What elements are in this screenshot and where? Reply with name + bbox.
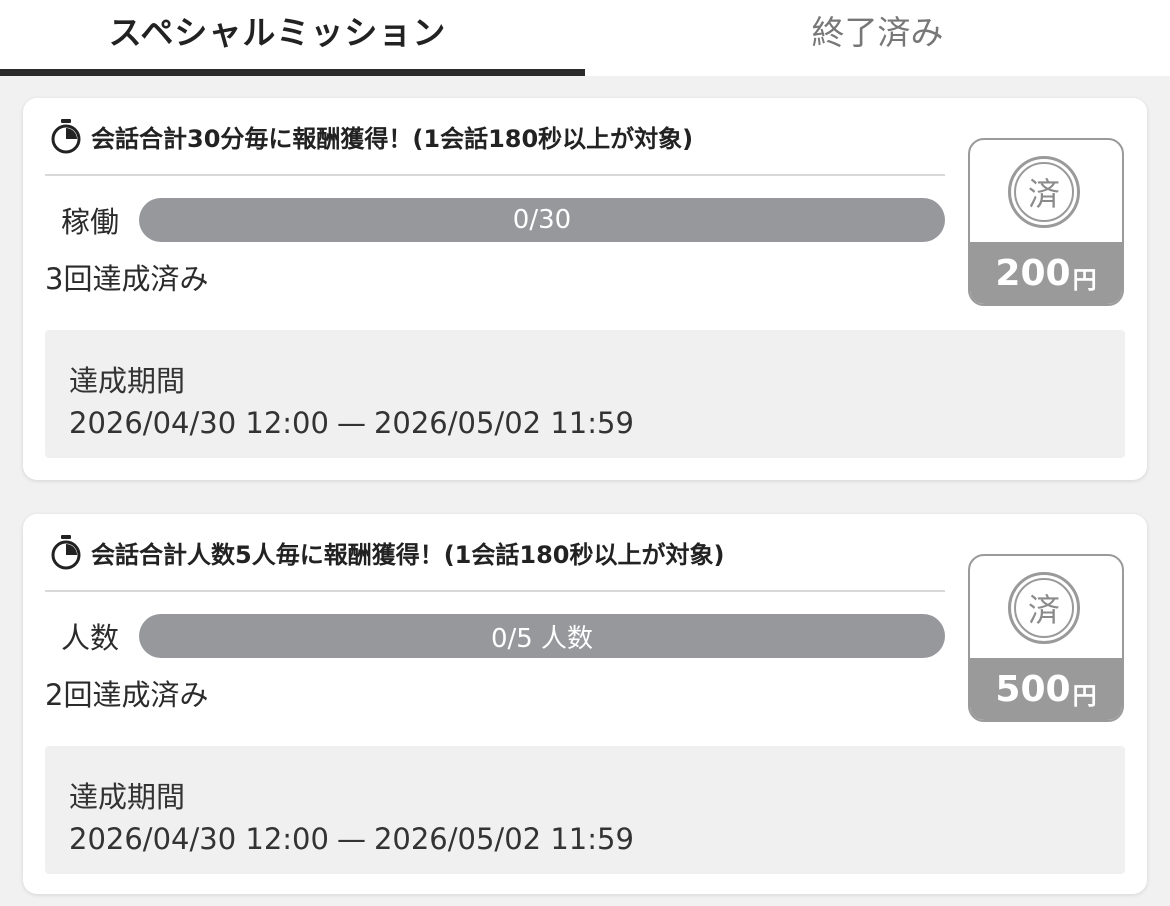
achievement-period: 達成期間 2026/04/30 12:00—2026/05/02 11:59 [45,330,1125,458]
tab-special-missions-label: スペシャルミッション [108,13,447,52]
title-divider [45,174,945,176]
progress-row: 稼働 0/30 [61,198,945,242]
stopwatch-icon [51,535,81,570]
period-end: 2026/05/02 11:59 [373,406,634,440]
progress-bar: 0/5 人数 [139,614,945,658]
title-divider [45,590,945,592]
progress-text: 0/5 人数 [490,623,594,654]
period-range: 2026/04/30 12:00—2026/05/02 11:59 [69,822,634,856]
mission-title: 会話合計30分毎に報酬獲得！(1会話180秒以上が対象) [49,118,949,154]
reward-amount-value: 200 [995,252,1071,294]
completed-stamp-icon: 済 [1008,572,1080,644]
progress-row: 人数 0/5 人数 [61,614,945,658]
achieved-count: 3回達成済み [45,262,209,296]
tab-bar: スペシャルミッション 終了済み [0,0,1170,76]
stamp-text: 済 [1014,578,1074,638]
tab-completed-label: 終了済み [811,13,944,52]
reward-badge: 済 200 円 [968,138,1124,306]
tab-completed[interactable]: 終了済み [585,0,1170,76]
stamp-text: 済 [1014,162,1074,222]
mission-card: 会話合計人数5人毎に報酬獲得！(1会話180秒以上が対象) 人数 0/5 人数 … [23,514,1147,894]
period-separator: — [336,822,366,856]
active-tab-indicator [0,69,585,76]
reward-amount: 200 円 [970,242,1122,304]
completed-stamp-icon: 済 [1008,156,1080,228]
period-start: 2026/04/30 12:00 [69,406,329,440]
progress-label: 人数 [61,621,120,655]
tab-special-missions[interactable]: スペシャルミッション [0,0,585,76]
reward-amount-unit: 円 [1072,681,1097,710]
period-label: 達成期間 [69,364,186,398]
progress-bar: 0/30 [139,198,945,242]
mission-title: 会話合計人数5人毎に報酬獲得！(1会話180秒以上が対象) [49,534,949,570]
stopwatch-icon [51,119,81,154]
period-range: 2026/04/30 12:00—2026/05/02 11:59 [69,406,634,440]
mission-card: 会話合計30分毎に報酬獲得！(1会話180秒以上が対象) 稼働 0/30 3回達… [23,98,1147,480]
mission-title-text: 会話合計人数5人毎に報酬獲得！(1会話180秒以上が対象) [91,540,725,569]
reward-amount: 500 円 [970,658,1122,720]
achievement-period: 達成期間 2026/04/30 12:00—2026/05/02 11:59 [45,746,1125,874]
achieved-count: 2回達成済み [45,678,209,712]
progress-text: 0/30 [512,205,572,235]
mission-title-text: 会話合計30分毎に報酬獲得！(1会話180秒以上が対象) [91,124,694,153]
reward-amount-value: 500 [995,668,1071,710]
reward-amount-unit: 円 [1072,265,1097,294]
period-separator: — [336,406,366,440]
period-end: 2026/05/02 11:59 [373,822,634,856]
period-start: 2026/04/30 12:00 [69,822,329,856]
reward-badge: 済 500 円 [968,554,1124,722]
period-label: 達成期間 [69,780,186,814]
progress-label: 稼働 [61,205,120,239]
